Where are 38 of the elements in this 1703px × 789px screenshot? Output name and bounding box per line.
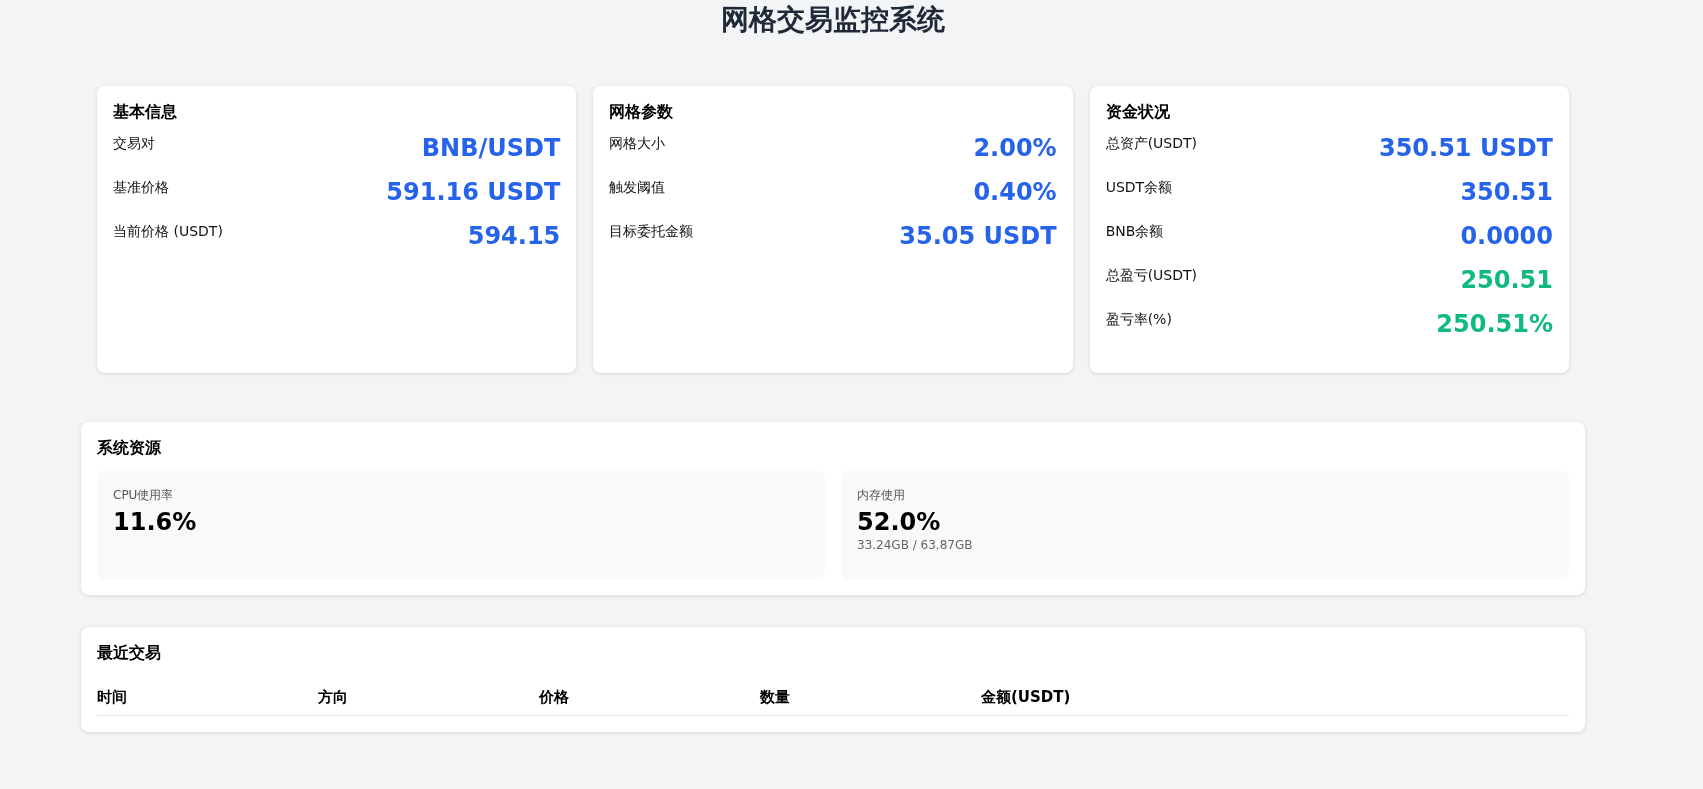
field-label: USDT余额: [1105, 179, 1173, 197]
metric-label: 内存使用: [857, 487, 906, 504]
panel-heading: 最近交易: [97, 643, 162, 664]
metric-label: CPU使用率: [113, 487, 175, 504]
card-heading: 网格参数: [609, 102, 675, 123]
field-value: 0.0000: [1460, 222, 1553, 250]
field-value: 35.05 USDT: [899, 222, 1057, 250]
metric-value: 52.0%: [857, 508, 942, 536]
field-value: 594.15: [467, 222, 561, 250]
field-label: 当前价格 (USDT): [113, 223, 223, 241]
column-header: 数量: [760, 688, 791, 707]
field-label: BNB余额: [1105, 223, 1164, 241]
field-label: 总盈亏(USDT): [1105, 267, 1198, 285]
page-title: 网格交易监控系统: [720, 2, 946, 38]
field-value: 591.16 USDT: [386, 178, 561, 206]
field-value: 0.40%: [973, 178, 1057, 206]
field-label: 基准价格: [113, 179, 169, 197]
card-heading: 基本信息: [113, 102, 178, 123]
field-value: 250.51: [1460, 266, 1553, 294]
field-label: 交易对: [113, 135, 155, 153]
field-label: 网格大小: [609, 135, 666, 153]
column-header: 金额(USDT): [981, 688, 1072, 707]
column-header: 价格: [539, 688, 570, 707]
field-value: 350.51 USDT: [1378, 134, 1553, 162]
field-label: 触发阈值: [609, 179, 666, 197]
field-value: 2.00%: [973, 134, 1057, 162]
card-heading: 资金状况: [1105, 102, 1171, 123]
panel-heading: 系统资源: [97, 438, 162, 459]
field-value: 350.51: [1460, 178, 1553, 206]
metric-detail: 33.24GB / 63.87GB: [857, 538, 974, 552]
field-label: 总资产(USDT): [1105, 135, 1198, 153]
field-label: 盈亏率(%): [1105, 311, 1172, 329]
column-header: 时间: [97, 688, 128, 707]
column-header: 方向: [318, 688, 349, 707]
field-label: 目标委托金额: [609, 223, 694, 241]
metric-value: 11.6%: [113, 508, 198, 536]
field-value: 250.51%: [1436, 310, 1553, 338]
field-value: BNB/USDT: [421, 134, 561, 162]
